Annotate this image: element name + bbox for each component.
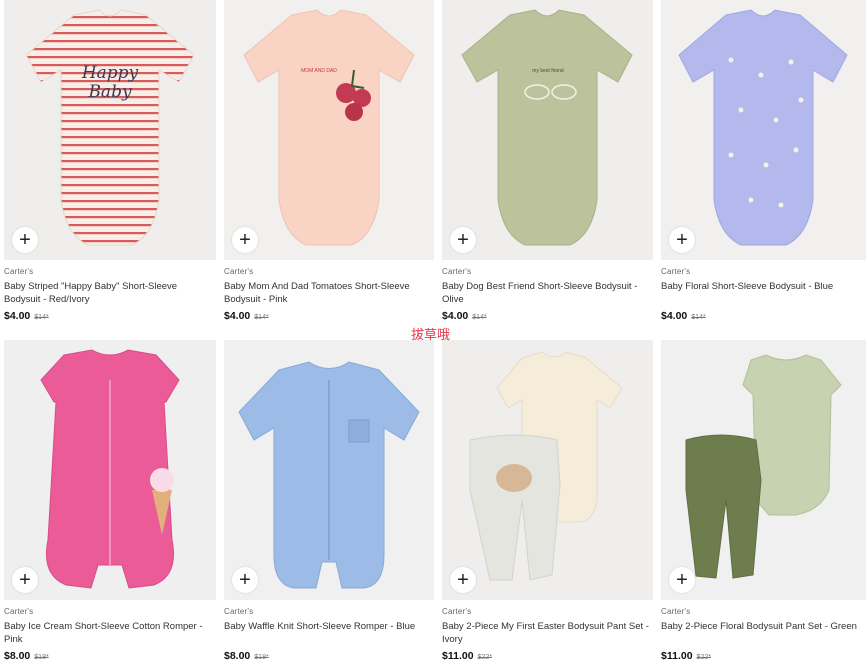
- add-to-bag-button[interactable]: +: [232, 567, 258, 593]
- plus-icon: +: [457, 569, 469, 591]
- product-card[interactable]: + Carter's Baby Waffle Knit Short-Sleeve…: [224, 340, 434, 670]
- product-brand: Carter's: [4, 607, 34, 616]
- watermark-text: 拔草哦: [411, 327, 451, 342]
- product-card[interactable]: + Carter's Baby 2-Piece Floral Bodysuit …: [661, 340, 866, 670]
- product-card[interactable]: my best friend + Carter's Baby Dog Best …: [442, 0, 653, 330]
- product-card[interactable]: Happy Baby + Carter's Baby Striped "Happ…: [4, 0, 216, 330]
- blue-waffle-romper-image: [238, 361, 420, 589]
- add-to-bag-button[interactable]: +: [232, 227, 258, 253]
- original-price: $14*: [472, 314, 487, 321]
- product-brand: Carter's: [224, 607, 254, 616]
- product-brand: Carter's: [661, 267, 691, 276]
- sale-price: $4.00: [4, 310, 31, 322]
- product-brand: Carter's: [224, 267, 254, 276]
- pink-icecream-romper-image: [40, 349, 180, 589]
- product-card[interactable]: MOM AND DAD + Carter's Baby Mom And Dad …: [224, 0, 434, 330]
- product-image[interactable]: my best friend +: [442, 0, 653, 260]
- original-price: $22*: [696, 654, 711, 661]
- product-image[interactable]: +: [4, 340, 216, 600]
- svg-text:my best friend: my best friend: [532, 68, 564, 74]
- plus-icon: +: [239, 229, 251, 251]
- product-image[interactable]: +: [661, 340, 866, 600]
- plus-icon: +: [676, 569, 688, 591]
- price-row: $4.00 $14*: [661, 310, 866, 322]
- sale-price: $11.00: [661, 650, 693, 662]
- product-brand: Carter's: [661, 607, 691, 616]
- sale-price: $8.00: [4, 650, 31, 662]
- add-to-bag-button[interactable]: +: [669, 227, 695, 253]
- blue-floral-bodysuit-image: [678, 9, 848, 246]
- add-to-bag-button[interactable]: +: [450, 567, 476, 593]
- original-price: $14*: [254, 314, 269, 321]
- svg-text:MOM AND DAD: MOM AND DAD: [301, 68, 337, 74]
- add-to-bag-button[interactable]: +: [669, 567, 695, 593]
- product-title[interactable]: Baby Ice Cream Short-Sleeve Cotton Rompe…: [4, 620, 216, 646]
- product-image[interactable]: +: [224, 340, 434, 600]
- product-title[interactable]: Baby Floral Short-Sleeve Bodysuit - Blue: [661, 280, 866, 306]
- pink-tomato-bodysuit-image: MOM AND DAD: [243, 9, 415, 246]
- product-image[interactable]: +: [442, 340, 653, 600]
- product-title[interactable]: Baby 2-Piece My First Easter Bodysuit Pa…: [442, 620, 653, 646]
- product-card[interactable]: + Carter's Baby 2-Piece My First Easter …: [442, 340, 653, 670]
- product-title[interactable]: Baby Waffle Knit Short-Sleeve Romper - B…: [224, 620, 434, 646]
- original-price: $18*: [34, 654, 49, 661]
- original-price: $14*: [34, 314, 49, 321]
- sale-price: $4.00: [661, 310, 688, 322]
- plus-icon: +: [457, 229, 469, 251]
- product-card[interactable]: + Carter's Baby Ice Cream Short-Sleeve C…: [4, 340, 216, 670]
- svg-text:Baby: Baby: [87, 82, 132, 102]
- product-brand: Carter's: [442, 267, 472, 276]
- price-row: $11.00 $22*: [442, 650, 653, 662]
- product-title[interactable]: Baby Striped "Happy Baby" Short-Sleeve B…: [4, 280, 216, 306]
- floral-set-image: [685, 354, 842, 579]
- plus-icon: +: [19, 229, 31, 251]
- sale-price: $4.00: [442, 310, 469, 322]
- plus-icon: +: [239, 569, 251, 591]
- product-title[interactable]: Baby Mom And Dad Tomatoes Short-Sleeve B…: [224, 280, 434, 306]
- price-row: $8.00 $18*: [224, 650, 434, 662]
- olive-dog-bodysuit-image: my best friend: [461, 9, 633, 246]
- product-title[interactable]: Baby 2-Piece Floral Bodysuit Pant Set - …: [661, 620, 866, 646]
- price-row: $4.00 $14*: [4, 310, 216, 322]
- original-price: $14*: [691, 314, 706, 321]
- product-image[interactable]: +: [661, 0, 866, 260]
- add-to-bag-button[interactable]: +: [12, 567, 38, 593]
- price-row: $4.00 $14*: [224, 310, 434, 322]
- product-card[interactable]: + Carter's Baby Floral Short-Sleeve Body…: [661, 0, 866, 330]
- sale-price: $4.00: [224, 310, 251, 322]
- sale-price: $11.00: [442, 650, 474, 662]
- product-brand: Carter's: [442, 607, 472, 616]
- product-image[interactable]: MOM AND DAD +: [224, 0, 434, 260]
- svg-text:Happy: Happy: [81, 63, 139, 83]
- striped-bodysuit-image: Happy Baby: [25, 9, 195, 246]
- product-title[interactable]: Baby Dog Best Friend Short-Sleeve Bodysu…: [442, 280, 653, 306]
- original-price: $18*: [254, 654, 269, 661]
- add-to-bag-button[interactable]: +: [450, 227, 476, 253]
- price-row: $8.00 $18*: [4, 650, 216, 662]
- add-to-bag-button[interactable]: +: [12, 227, 38, 253]
- plus-icon: +: [19, 569, 31, 591]
- price-row: $11.00 $22*: [661, 650, 866, 662]
- original-price: $22*: [477, 654, 492, 661]
- product-brand: Carter's: [4, 267, 34, 276]
- plus-icon: +: [676, 229, 688, 251]
- sale-price: $8.00: [224, 650, 251, 662]
- price-row: $4.00 $14*: [442, 310, 653, 322]
- easter-set-image: [469, 351, 623, 581]
- product-image[interactable]: Happy Baby +: [4, 0, 216, 260]
